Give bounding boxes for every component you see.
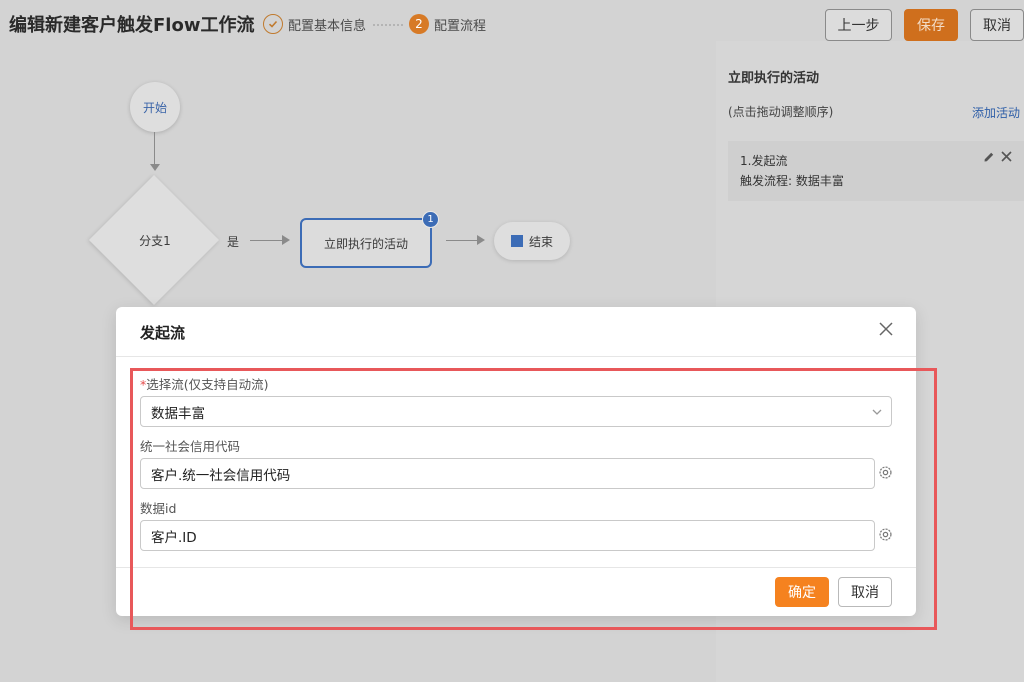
start-flow-dialog: 发起流 *选择流(仅支持自动流) 数据丰富 统一社会信用代码 客户.统一社会信用…: [116, 307, 916, 616]
data-id-label: 数据id: [140, 501, 177, 516]
credit-code-label: 统一社会信用代码: [140, 439, 241, 454]
end-node[interactable]: 结束: [494, 222, 570, 260]
activity-card-detail: 触发流程: 数据丰富: [740, 174, 844, 188]
prev-step-button[interactable]: 上一步: [825, 9, 892, 41]
step-label: 配置流程: [434, 18, 487, 34]
activity-count-badge: 1: [422, 211, 439, 228]
confirm-button[interactable]: 确定: [775, 577, 829, 607]
add-activity-link[interactable]: 添加活动: [972, 104, 1020, 121]
arrow-right-icon: [282, 235, 290, 245]
page-title: 编辑新建客户触发Flow工作流: [9, 15, 255, 36]
step-connector: [373, 24, 403, 26]
activity-node[interactable]: 立即执行的活动: [300, 218, 432, 268]
gear-icon[interactable]: [878, 465, 893, 480]
connector-line: [250, 240, 282, 241]
gear-icon[interactable]: [878, 527, 893, 542]
arrow-down-icon: [150, 164, 160, 171]
end-node-label: 结束: [528, 234, 553, 249]
credit-code-value: 客户.统一社会信用代码: [151, 467, 291, 484]
connector-line: [446, 240, 477, 241]
stop-icon: [510, 235, 523, 247]
step-configure-flow[interactable]: 2 配置流程: [409, 14, 486, 34]
data-id-value: 客户.ID: [151, 529, 197, 546]
connector-line: [154, 132, 155, 168]
branch-node-label: 分支1: [139, 234, 171, 248]
pencil-icon[interactable]: [983, 151, 995, 167]
side-panel-hint: (点击拖动调整顺序): [728, 105, 834, 119]
dialog-title: 发起流: [140, 324, 186, 342]
select-flow-label: *选择流(仅支持自动流): [140, 377, 269, 392]
step-basic-info[interactable]: 配置基本信息: [263, 14, 366, 34]
arrow-right-icon: [477, 235, 485, 245]
divider: [116, 567, 916, 568]
close-icon[interactable]: [878, 321, 896, 339]
start-node[interactable]: 开始: [130, 82, 180, 132]
activity-card-name: 1.发起流: [740, 154, 788, 168]
flow-select-value: 数据丰富: [151, 405, 205, 422]
cancel-button[interactable]: 取消: [970, 9, 1024, 41]
check-circle-icon: [263, 14, 283, 34]
activity-card[interactable]: 1.发起流 触发流程: 数据丰富: [728, 141, 1024, 201]
data-id-input[interactable]: 客户.ID: [140, 520, 875, 551]
chevron-down-icon: [871, 406, 883, 418]
divider: [116, 356, 916, 357]
side-panel-title: 立即执行的活动: [728, 71, 820, 86]
credit-code-input[interactable]: 客户.统一社会信用代码: [140, 458, 875, 489]
close-icon[interactable]: [1000, 149, 1013, 167]
branch-yes-label: 是: [227, 235, 240, 249]
dialog-cancel-button[interactable]: 取消: [838, 577, 892, 607]
save-button[interactable]: 保存: [904, 9, 958, 41]
flow-select[interactable]: 数据丰富: [140, 396, 892, 427]
step-label: 配置基本信息: [288, 18, 367, 34]
step-number: 2: [409, 14, 429, 34]
